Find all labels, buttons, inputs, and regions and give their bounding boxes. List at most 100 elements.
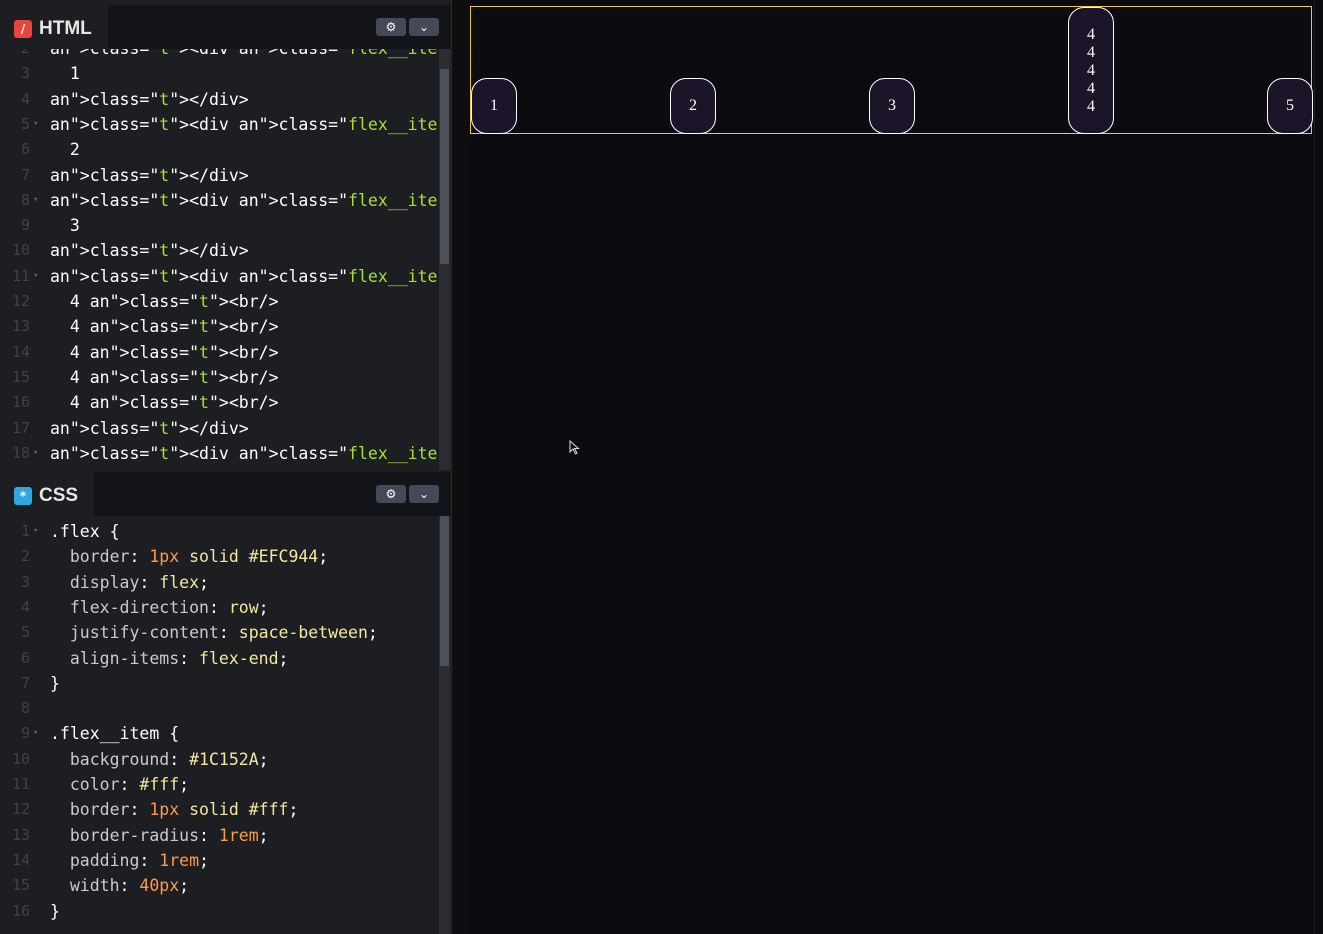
line-number: 2 <box>20 547 30 566</box>
line-number: 6 <box>20 648 30 667</box>
css-file-icon: * <box>14 487 32 505</box>
flex-item-2: 2 <box>670 78 716 134</box>
code-text: an">class="t"></div> <box>50 418 249 438</box>
line-number: 8 <box>20 190 30 209</box>
code-text: color: #fff; <box>69 775 190 794</box>
html-code-editor[interactable]: 2▾an">class="t"><div an">class="flex__it… <box>0 49 437 470</box>
html-tab[interactable]: / HTML <box>0 5 108 51</box>
flex-item-3: 3 <box>869 78 915 134</box>
fold-arrow-icon[interactable]: ▾ <box>33 49 38 61</box>
css-tab-label: CSS <box>39 485 79 506</box>
html-scrollbar[interactable] <box>439 49 450 470</box>
html-file-icon: / <box>14 20 32 38</box>
fold-arrow-icon[interactable]: ▾ <box>33 441 38 466</box>
line-number: 14 <box>11 850 30 869</box>
editor-column: / HTML ⚙ ⌄ 2▾an">class="t"><div an">clas… <box>0 0 451 934</box>
line-number: 6 <box>20 140 30 159</box>
line-number: 17 <box>11 418 30 437</box>
css-code-editor[interactable]: 1 ▾ .flex {2 border: 1px solid #EFC944; 3 d… <box>0 516 437 934</box>
code-text: border-radius: 1rem; <box>69 825 269 845</box>
line-number: 4 <box>20 597 30 616</box>
code-text: 4 an">class="t"><br/> <box>50 367 279 387</box>
line-number: 7 <box>20 673 30 692</box>
code-text: an">class="t"></div> <box>50 241 249 261</box>
line-number: 7 <box>20 165 30 184</box>
code-text: 4 an">class="t"><br/> <box>50 317 279 337</box>
line-number: 5 <box>20 114 30 133</box>
css-tab[interactable]: * CSS <box>0 472 95 518</box>
line-number: 3 <box>20 572 30 591</box>
gear-icon: ⚙ <box>385 20 397 34</box>
code-text: justify-content: space-between; <box>69 623 378 643</box>
html-pane-header: / HTML ⚙ ⌄ <box>0 5 451 51</box>
line-number: 9 <box>20 724 30 743</box>
line-number: 1 <box>20 522 30 540</box>
flex-container: 1 2 3 4 4 4 4 4 5 <box>470 6 1313 134</box>
code-text: border: 1px solid #fff; <box>69 800 299 820</box>
line-number: 2 <box>0 49 30 61</box>
code-text: background: #1C152A; <box>69 749 269 769</box>
line-number: 12 <box>11 292 30 310</box>
fold-arrow-icon[interactable]: ▾ <box>33 721 38 746</box>
fold-arrow-icon[interactable]: ▾ <box>33 519 38 544</box>
flex-item-4: 4 4 4 4 4 <box>1068 7 1114 134</box>
html-tab-label: HTML <box>39 18 92 39</box>
code-text: } <box>50 901 60 921</box>
line-number: 3 <box>20 64 30 83</box>
css-collapse-button[interactable]: ⌄ <box>409 485 439 503</box>
line-number: 10 <box>11 241 30 260</box>
pane-resizer[interactable] <box>451 0 470 934</box>
line-number: 5 <box>20 623 30 642</box>
line-number: 16 <box>11 901 30 920</box>
code-text: 4 an">class="t"><br/> <box>50 342 279 362</box>
chevron-down-icon: ⌄ <box>418 487 430 501</box>
result-preview <box>469 0 1323 934</box>
code-text: an">class="t"><div an">class="flex__item… <box>50 443 437 463</box>
line-number: 11 <box>11 775 30 793</box>
mouse-pointer-icon <box>569 440 580 455</box>
code-text: an">class="t"><div an">class="flex__item… <box>50 266 437 286</box>
chevron-down-icon: ⌄ <box>418 20 430 34</box>
line-number: 10 <box>11 749 30 768</box>
code-text: } <box>50 673 60 693</box>
code-text: 2 <box>50 140 80 160</box>
html-settings-button[interactable]: ⚙ <box>376 18 406 36</box>
css-settings-button[interactable]: ⚙ <box>376 485 406 503</box>
code-text: align-items: flex-end; <box>69 648 289 668</box>
preview-scrollbar[interactable] <box>1314 0 1323 934</box>
code-text: padding: 1rem; <box>69 850 209 870</box>
code-text: .flex__item { <box>50 724 180 744</box>
html-collapse-button[interactable]: ⌄ <box>409 18 439 36</box>
code-text: 3 <box>50 216 80 236</box>
code-text: border: 1px solid #EFC944; <box>69 547 329 567</box>
gear-icon: ⚙ <box>385 487 397 501</box>
code-text: an">class="t"><div an">class="flex__item… <box>50 49 437 61</box>
line-number: 18 <box>11 443 30 462</box>
code-text: .flex { <box>50 522 120 541</box>
line-number: 8 <box>20 699 30 718</box>
line-number: 11 <box>11 266 30 285</box>
line-number: 12 <box>11 800 30 819</box>
fold-arrow-icon[interactable]: ▾ <box>33 264 38 289</box>
css-scrollbar-thumb[interactable] <box>440 516 449 666</box>
html-scrollbar-thumb[interactable] <box>440 69 449 264</box>
line-number: 13 <box>11 825 30 844</box>
line-number: 15 <box>11 367 30 386</box>
code-text: width: 40px; <box>69 876 190 896</box>
code-text: display: flex; <box>69 572 209 592</box>
line-number: 15 <box>11 876 30 895</box>
code-text: an">class="t"><div an">class="flex__item… <box>50 190 437 210</box>
code-text: an">class="t"></div> <box>50 89 249 109</box>
fold-arrow-icon[interactable]: ▾ <box>33 188 38 213</box>
fold-arrow-icon[interactable]: ▾ <box>33 112 38 137</box>
code-text: flex-direction: row; <box>69 597 269 617</box>
line-number: 9 <box>20 216 30 235</box>
css-scrollbar[interactable] <box>439 516 450 934</box>
line-number: 13 <box>11 317 30 336</box>
code-text: an">class="t"><div an">class="flex__item… <box>50 114 437 134</box>
line-number: 4 <box>20 89 30 108</box>
css-pane-header: * CSS ⚙ ⌄ <box>0 472 451 518</box>
flex-item-5: 5 <box>1267 78 1313 134</box>
flex-item-1: 1 <box>471 78 517 134</box>
code-text: an">class="t"></div> <box>50 165 249 185</box>
